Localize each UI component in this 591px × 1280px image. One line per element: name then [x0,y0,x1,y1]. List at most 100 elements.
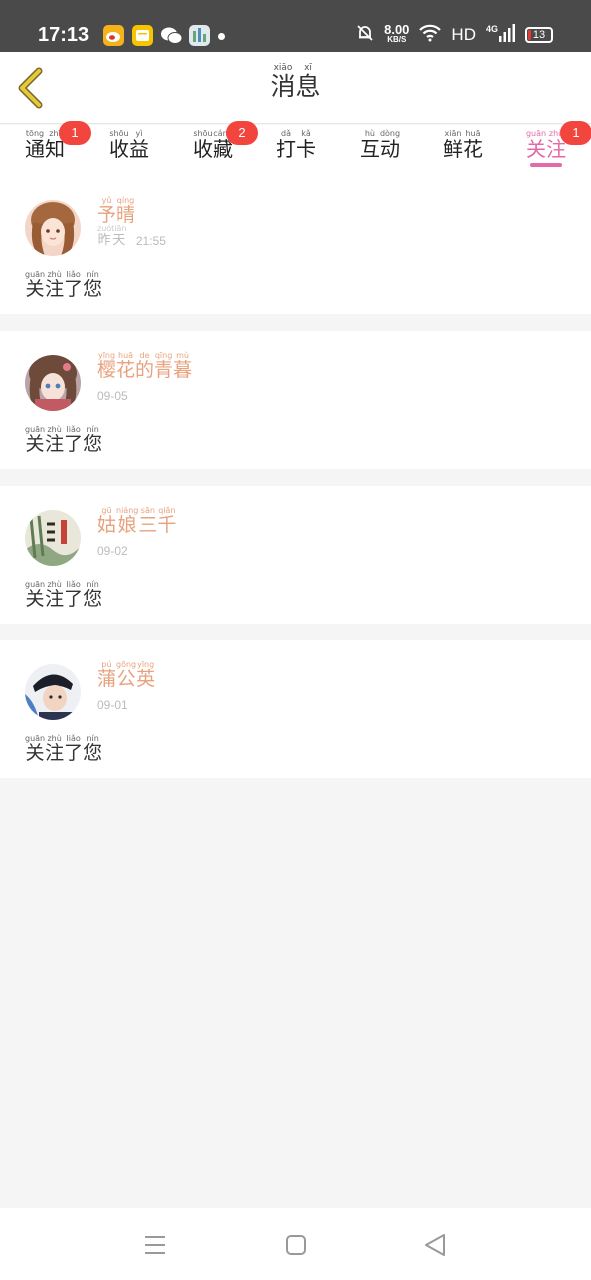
name-char: 千 [157,514,177,536]
avatar[interactable] [25,355,81,411]
tab-badge: 1 [59,121,91,145]
wifi-icon [419,24,442,46]
text-char: 注 [45,742,65,764]
page-title: xiāo 消 xī 息 [0,64,591,102]
text-char: 了 [64,742,84,764]
date-char: 天 [112,232,126,247]
tab-char: 鲜 [443,137,463,161]
tab-char: 收 [193,137,213,161]
date-char: 昨 [97,232,111,247]
tab-char: 打 [276,137,296,161]
tab-badge: 1 [560,121,591,145]
status-time: 17:13 [38,24,90,46]
tab-char: 互 [359,137,380,161]
home-button[interactable] [283,1232,309,1258]
tab-char: 通 [25,137,45,161]
tab-char: 关 [526,137,546,161]
message-date: 09-05 [97,389,128,403]
text-char: 您 [83,278,103,300]
mute-bell-icon [356,24,374,46]
text-char: 您 [83,742,103,764]
notes-icon [132,25,153,46]
message-text: guān 关 zhù 注 liǎo 了 nín 您 [25,580,102,611]
text-char: 注 [45,433,65,455]
status-bar: 17:13 8.00 KB/S HD 4G 13 [0,0,591,52]
name-char: 姑 [97,514,117,536]
name-char: 花 [116,359,136,381]
message-time: 21:55 [135,233,166,248]
username[interactable]: gū 姑 niáng 娘 sān 三 qiān 千 [97,506,176,537]
message-date: zuó 昨 tiān 天 21:55 [97,224,166,248]
tab-badge: 2 [226,121,258,145]
app-header: xiāo 消 xī 息 [0,52,591,124]
message-text: guān 关 zhù 注 liǎo 了 nín 您 [25,734,102,765]
tab-interaction[interactable]: hù 互 dòng 动 [345,129,415,161]
name-char: 三 [138,514,158,536]
message-text: guān 关 zhù 注 liǎo 了 nín 您 [25,270,102,301]
name-char: 蒲 [97,668,117,690]
title-char: 消 [270,72,296,101]
message-item[interactable]: yǔ 予 qíng 晴 zuó 昨 tiān 天 21:55 guān 关 zhù 注 liǎo 了 n… [0,176,591,314]
triangle-back-icon [425,1234,445,1256]
wechat-icon [160,25,183,46]
signal-icon [499,24,515,46]
message-item[interactable]: yīng 樱 huā 花 de 的 qīng 青 mù 暮 09-05 guān 关 zhù 注 liǎo… [0,331,591,469]
name-char: 英 [136,668,156,690]
text-char: 注 [45,588,65,610]
category-tabs: tōng 通 zhī 知 1 shōu 收 yì 益 shōu 收 cáng 藏 2 dǎ 打 kǎ 卡… [0,121,591,181]
message-date: 09-02 [97,544,128,558]
network-type: 4G [485,24,498,34]
net-speed-value: 8.00 [384,22,410,37]
message-item[interactable]: gū 姑 niáng 娘 sān 三 qiān 千 09-02 guān 关 zhù 注 liǎo 了 n… [0,486,591,624]
name-char: 公 [116,668,136,690]
text-char: 注 [45,278,65,300]
message-text: guān 关 zhù 注 liǎo 了 nín 您 [25,425,102,456]
tab-notification[interactable]: tōng 通 zhī 知 1 [10,121,91,161]
text-char: 您 [83,433,103,455]
menu-icon [145,1236,165,1254]
text-char: 您 [83,588,103,610]
text-char: 了 [64,588,84,610]
text-char: 关 [25,278,45,300]
tab-char: 动 [380,137,400,161]
name-char: 暮 [173,359,193,381]
menu-button[interactable] [142,1232,168,1258]
tab-follow[interactable]: guān 关 zhù 注 1 [511,121,591,161]
battery-icon: 13 [525,27,553,43]
app-thumbnail-icon [189,25,210,46]
text-char: 关 [25,433,45,455]
net-speed: 8.00 KB/S [384,22,410,45]
weibo-icon [103,25,124,46]
net-speed-unit: KB/S [387,35,407,44]
tab-char: 卡 [296,137,316,161]
tab-favorites[interactable]: shōu 收 cáng 藏 2 [178,121,258,161]
notification-dot [218,33,225,40]
home-square-icon [286,1235,306,1255]
message-item[interactable]: pú 蒲 gōng 公 yīng 英 09-01 guān 关 zhù 注 liǎo 了 nín 您 [0,640,591,778]
name-char: 樱 [97,359,117,381]
username[interactable]: yīng 樱 huā 花 de 的 qīng 青 mù 暮 [97,351,192,382]
text-char: 关 [25,742,45,764]
hd-label: HD [451,25,476,44]
tab-char: 花 [463,137,483,161]
name-char: 的 [135,359,155,381]
message-date: 09-01 [97,698,128,712]
name-char: 青 [154,359,174,381]
name-char: 娘 [117,514,137,536]
username[interactable]: pú 蒲 gōng 公 yīng 英 [97,660,155,691]
text-char: 了 [64,278,84,300]
avatar[interactable] [25,664,81,720]
active-tab-indicator [530,163,562,167]
text-char: 了 [64,433,84,455]
system-back-button[interactable] [422,1232,448,1258]
avatar[interactable] [25,200,81,256]
title-char: 息 [295,72,321,101]
avatar[interactable] [25,510,81,566]
system-nav-bar [0,1208,591,1280]
tab-char: 益 [129,137,149,161]
tab-flowers[interactable]: xiān 鲜 huā 花 [428,129,498,161]
tab-earnings[interactable]: shōu 收 yì 益 [94,129,164,161]
tab-checkin[interactable]: dǎ 打 kǎ 卡 [261,129,331,161]
username[interactable]: yǔ 予 qíng 晴 [97,196,135,227]
tab-char: 收 [109,137,129,161]
